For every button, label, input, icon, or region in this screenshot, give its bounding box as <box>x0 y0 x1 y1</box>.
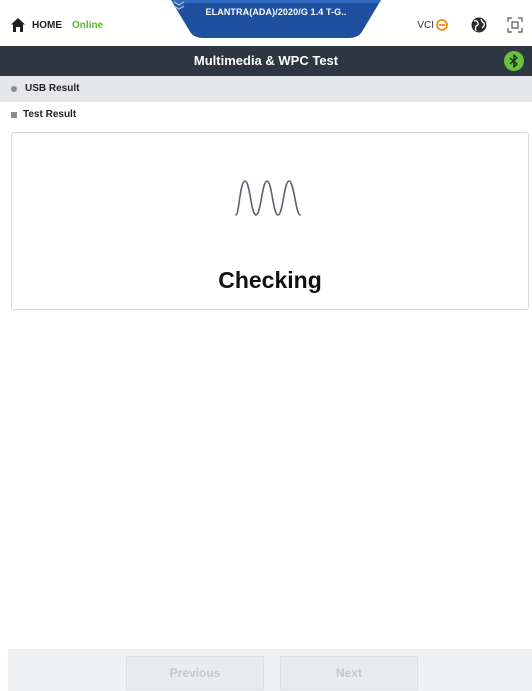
screen-capture-icon[interactable] <box>506 16 524 34</box>
usb-result-label: USB Result <box>25 83 80 94</box>
test-result-bullet <box>11 112 17 118</box>
test-result-section: Test Result <box>0 104 532 126</box>
header-actions: VCI <box>417 14 524 36</box>
test-result-label: Test Result <box>23 109 77 120</box>
usb-result-bullet <box>11 86 17 92</box>
home-icon <box>11 18 25 32</box>
previous-button[interactable]: Previous <box>126 656 264 690</box>
waveform-icon <box>235 180 301 216</box>
globe-icon[interactable] <box>470 16 488 34</box>
connection-status: Online <box>72 19 104 31</box>
vehicle-label: ELANTRA(ADA)/2020/G 1.4 T-G.. <box>205 7 347 17</box>
test-result-panel: Checking <box>11 132 529 310</box>
bottom-navigation: Previous Next <box>8 649 532 691</box>
vehicle-tab-background <box>171 0 381 38</box>
home-button[interactable]: HOME Online <box>10 15 103 35</box>
title-bar: Multimedia & WPC Test <box>0 46 532 76</box>
page-title: Multimedia & WPC Test <box>193 53 339 68</box>
vci-label: VCI <box>417 19 434 31</box>
vehicle-selector[interactable]: ELANTRA(ADA)/2020/G 1.4 T-G.. <box>171 0 381 40</box>
usb-result-section: USB Result <box>0 76 532 102</box>
disconnected-status-icon <box>436 19 448 31</box>
checking-status: Checking <box>218 267 322 293</box>
bluetooth-icon[interactable] <box>504 51 524 71</box>
chevron-down-icon <box>173 1 185 10</box>
home-label: HOME <box>32 19 62 31</box>
top-bar: HOME Online ELANTRA(ADA)/2020/G 1.4 T-G.… <box>0 0 532 46</box>
next-button[interactable]: Next <box>280 656 418 690</box>
bluetooth-glyph <box>509 54 518 68</box>
